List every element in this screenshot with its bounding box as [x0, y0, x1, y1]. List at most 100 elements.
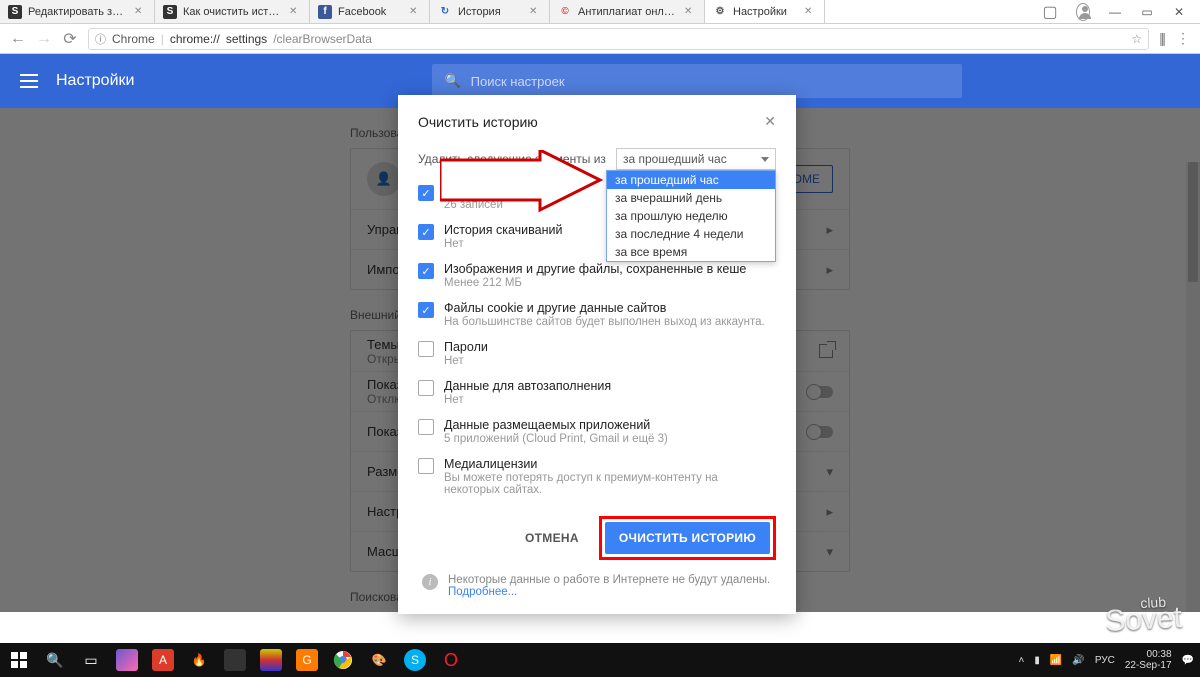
taskbar-app[interactable]: 🎨: [362, 643, 396, 677]
settings-search[interactable]: 🔍 Поиск настроек: [432, 64, 962, 98]
search-icon: 🔍: [444, 73, 460, 89]
close-window-button[interactable]: ✕: [1172, 5, 1186, 19]
clear-data-option[interactable]: ✓Файлы cookie и другие данные сайтовНа б…: [418, 295, 776, 334]
taskbar-app[interactable]: [218, 643, 252, 677]
clear-data-option[interactable]: Данные для автозаполненияНет: [418, 373, 776, 412]
tab-favicon: ⚙: [713, 5, 727, 19]
option-subtitle: Менее 212 МБ: [444, 277, 746, 289]
time-range-option[interactable]: за прошедший час: [607, 171, 775, 189]
checkbox[interactable]: [418, 341, 434, 357]
time-range-option[interactable]: за вчерашний день: [607, 189, 775, 207]
minimize-button[interactable]: ―: [1108, 5, 1122, 19]
checkbox[interactable]: ✓: [418, 224, 434, 240]
checkbox[interactable]: [418, 419, 434, 435]
tab-close-icon[interactable]: ✕: [804, 6, 816, 18]
reload-button[interactable]: ⟳: [62, 31, 78, 47]
clear-data-option[interactable]: ПаролиНет: [418, 334, 776, 373]
omnibox-url-scheme: chrome://: [170, 32, 220, 46]
dialog-close-button[interactable]: ✕: [764, 113, 776, 130]
tray-up-icon[interactable]: ˄: [1019, 655, 1025, 666]
taskbar-app[interactable]: 🔥: [182, 643, 216, 677]
start-button[interactable]: [2, 643, 36, 677]
tray-clock[interactable]: 00:38 22-Sep-17: [1125, 649, 1172, 671]
option-subtitle: 5 приложений (Cloud Print, Gmail и ещё 3…: [444, 433, 668, 445]
checkbox[interactable]: ✓: [418, 302, 434, 318]
info-text: Некоторые данные о работе в Интернете не…: [448, 574, 770, 586]
tab-close-icon[interactable]: ✕: [289, 6, 301, 18]
time-range-dropdown: за прошедший часза вчерашний деньза прош…: [606, 170, 776, 262]
option-title: Изображения и другие файлы, сохраненные …: [444, 262, 746, 276]
time-range-option[interactable]: за все время: [607, 243, 775, 261]
option-title: Медиалицензии: [444, 457, 776, 471]
checkbox[interactable]: [418, 380, 434, 396]
maximize-button[interactable]: ▭: [1140, 5, 1154, 19]
bookmark-star-icon[interactable]: ☆: [1131, 32, 1142, 46]
tab-title: История: [458, 6, 523, 18]
time-range-select[interactable]: за прошедший час: [616, 148, 776, 170]
tab-favicon: S: [163, 5, 177, 19]
extensions-icon[interactable]: |||: [1159, 30, 1164, 47]
browser-tab[interactable]: fFacebook✕: [310, 0, 430, 23]
taskbar-app[interactable]: [110, 643, 144, 677]
taskbar-app[interactable]: G: [290, 643, 324, 677]
option-title: История скачиваний: [444, 223, 562, 237]
checkbox[interactable]: [418, 458, 434, 474]
tab-favicon: ©: [558, 5, 572, 19]
cancel-button[interactable]: ОТМЕНА: [515, 523, 589, 553]
tray-battery-icon[interactable]: ▮: [1034, 655, 1040, 666]
taskbar-app-skype[interactable]: S: [398, 643, 432, 677]
option-subtitle: 26 записей: [444, 199, 564, 211]
taskbar-app[interactable]: [254, 643, 288, 677]
chevron-down-icon: [761, 157, 769, 162]
tray-volume-icon[interactable]: 🔊: [1072, 655, 1084, 666]
learn-more-link[interactable]: Подробнее...: [448, 586, 517, 598]
settings-title: Настройки: [56, 72, 134, 90]
toolbar: ← → ⟳ ⓘ Chrome | chrome://settings/clear…: [0, 24, 1200, 54]
time-range-option[interactable]: за прошлую неделю: [607, 207, 775, 225]
site-info-icon[interactable]: ⓘ: [95, 31, 106, 47]
browser-tab[interactable]: SКак очистить историю п✕: [155, 0, 310, 23]
browser-tab[interactable]: ⚙ Настройки ✕: [705, 0, 825, 23]
clear-browsing-data-dialog: Очистить историю ✕ Удалить следующие эле…: [398, 95, 796, 614]
browser-tab[interactable]: ↻История✕: [430, 0, 550, 23]
time-range-option[interactable]: за последние 4 недели: [607, 225, 775, 243]
time-range-row: Удалить следующие элементы из за прошедш…: [418, 148, 776, 170]
dialog-info-row: i Некоторые данные о работе в Интернете …: [418, 574, 776, 598]
new-tab-button[interactable]: ▢: [1038, 0, 1062, 23]
omnibox-chrome-label: Chrome: [112, 32, 155, 46]
tab-close-icon[interactable]: ✕: [684, 6, 696, 18]
option-title: Пароли: [444, 340, 488, 354]
menu-icon[interactable]: [20, 74, 38, 88]
taskbar-app[interactable]: A: [146, 643, 180, 677]
tab-close-icon[interactable]: ✕: [134, 6, 146, 18]
checkbox[interactable]: ✓: [418, 263, 434, 279]
back-button[interactable]: ←: [10, 31, 26, 47]
clear-history-button[interactable]: ОЧИСТИТЬ ИСТОРИЮ: [605, 522, 770, 554]
omnibox-url-path: /clearBrowserData: [273, 32, 372, 46]
tab-title: Настройки: [733, 6, 798, 18]
tray-wifi-icon[interactable]: 📶: [1050, 655, 1062, 666]
tab-close-icon[interactable]: ✕: [529, 6, 541, 18]
forward-button[interactable]: →: [36, 31, 52, 47]
profile-icon[interactable]: [1076, 5, 1090, 19]
option-subtitle: На большинстве сайтов будет выполнен вых…: [444, 316, 765, 328]
tray-notifications-icon[interactable]: 💬: [1182, 655, 1194, 666]
dialog-title: Очистить историю: [418, 114, 538, 130]
time-range-value: за прошедший час: [623, 152, 727, 166]
browser-tab[interactable]: © Антиплагиат онлайн, пр ✕: [550, 0, 705, 23]
clear-data-option[interactable]: Данные размещаемых приложений5 приложени…: [418, 412, 776, 451]
taskbar-app-chrome[interactable]: [326, 643, 360, 677]
clear-data-option[interactable]: МедиалицензииВы можете потерять доступ к…: [418, 451, 776, 502]
browser-tab[interactable]: SРедактировать запись ‹✕: [0, 0, 155, 23]
tray-language[interactable]: РУС: [1095, 655, 1115, 666]
taskbar-app-opera[interactable]: O: [434, 643, 468, 677]
tab-close-icon[interactable]: ✕: [409, 6, 421, 18]
omnibox-url-host: settings: [226, 32, 267, 46]
chrome-menu-icon[interactable]: ⋮: [1176, 30, 1190, 47]
checkbox[interactable]: ✓: [418, 185, 434, 201]
address-bar[interactable]: ⓘ Chrome | chrome://settings/clearBrowse…: [88, 28, 1149, 50]
tab-title: Facebook: [338, 6, 403, 18]
tab-title: Антиплагиат онлайн, пр: [578, 6, 678, 18]
task-view-button[interactable]: ▭: [74, 643, 108, 677]
search-button[interactable]: 🔍: [38, 643, 72, 677]
